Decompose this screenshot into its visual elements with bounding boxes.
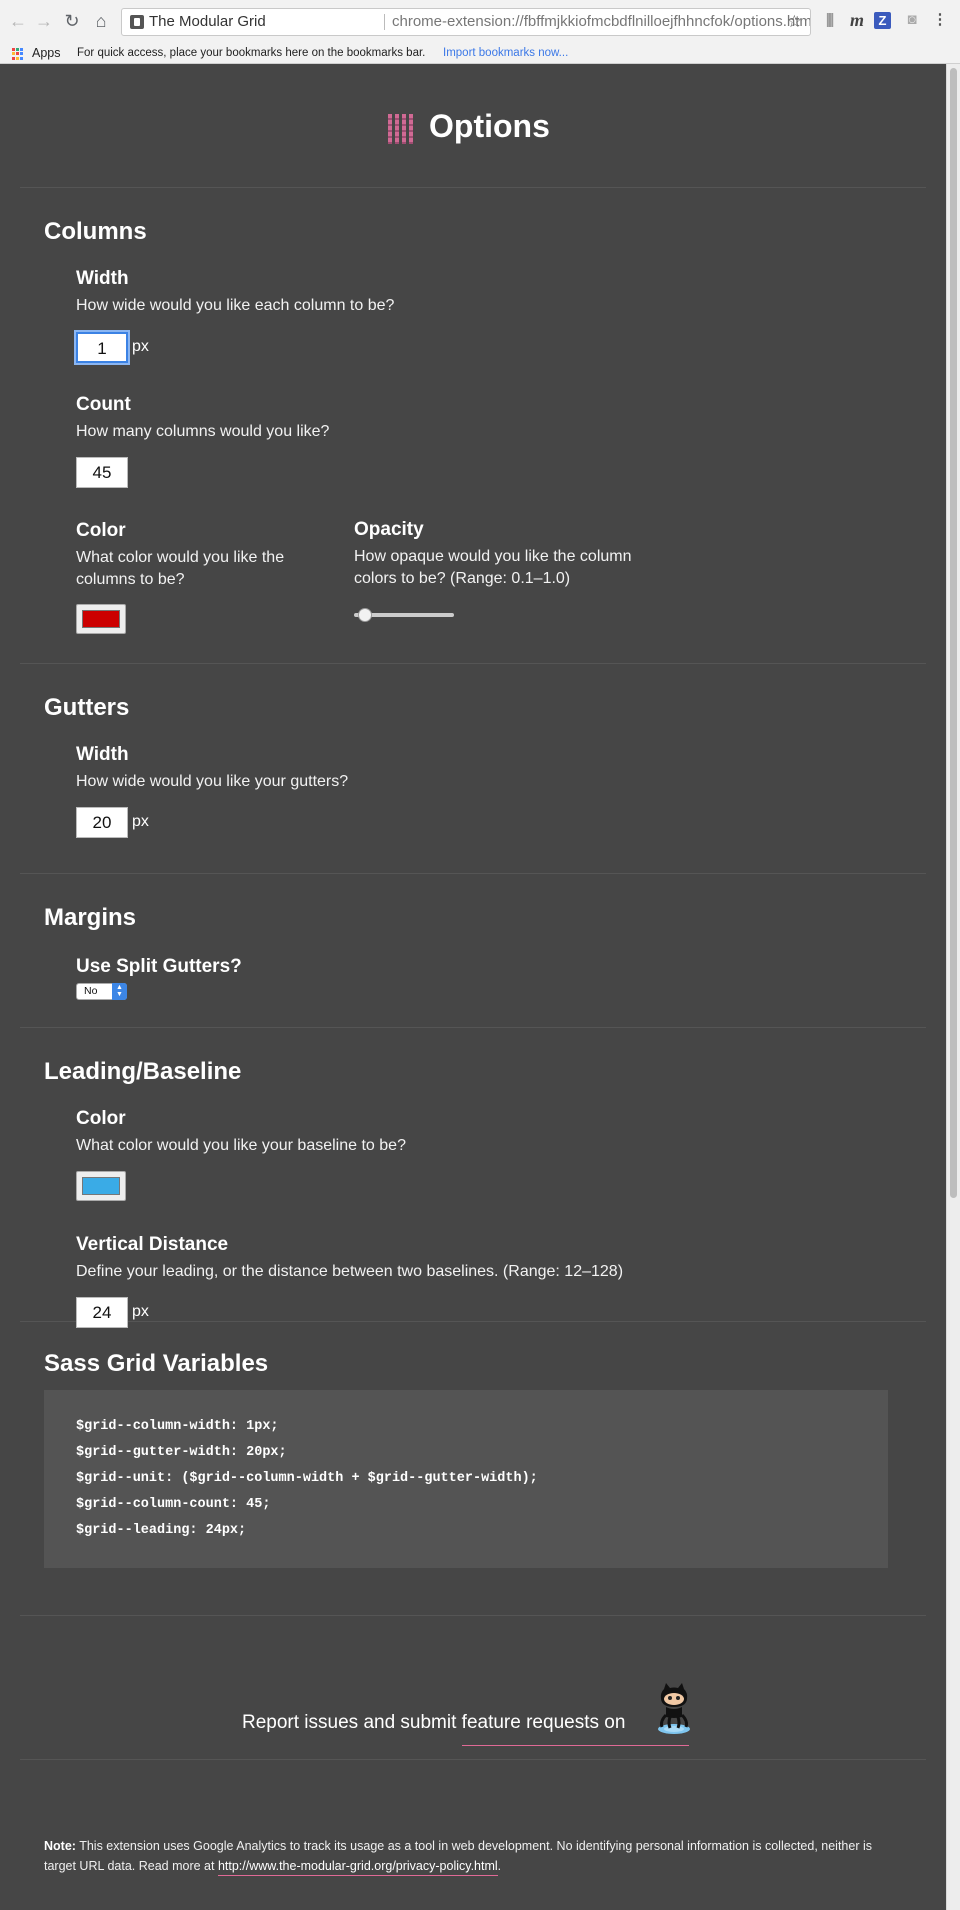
margins-section: Margins Use Split Gutters? No ▲ ▼ [20, 874, 926, 1028]
address-divider [384, 14, 385, 30]
vertical-distance-label: Vertical Distance [76, 1234, 229, 1255]
baseline-color-picker[interactable] [76, 1171, 126, 1201]
column-width-desc: How wide would you like each column to b… [76, 297, 395, 314]
baseline-color-desc: What color would you like your baseline … [76, 1137, 406, 1154]
gutters-section: Gutters Width How wide would you like yo… [20, 664, 926, 874]
modular-grid-extension-icon[interactable]: ||| [819, 10, 839, 30]
split-gutters-select[interactable]: No ▲ ▼ [76, 983, 127, 1000]
privacy-policy-link[interactable]: http://www.the-modular-grid.org/privacy-… [217, 1859, 498, 1876]
analytics-note: Note: This extension uses Google Analyti… [44, 1836, 904, 1876]
address-bar[interactable]: The Modular Grid chrome-extension://fbff… [121, 8, 811, 36]
code-line: $grid--gutter-width: 20px; [76, 1445, 287, 1460]
browser-chrome: ← → ↻ ⌂ The Modular Grid chrome-extensio… [0, 0, 960, 64]
column-color-swatch [82, 610, 120, 628]
select-arrows-icon: ▲ ▼ [112, 983, 127, 1000]
import-bookmarks-link[interactable]: Import bookmarks now... [443, 42, 568, 64]
feature-requests-label[interactable]: feature requests on [462, 1712, 626, 1733]
camera-extension-icon[interactable]: ◙ [902, 10, 922, 30]
github-octocat-icon[interactable] [652, 1681, 696, 1735]
report-issues-text: Report issues and submit feature request… [242, 1712, 689, 1746]
page-scrollbar[interactable] [946, 64, 960, 1910]
reload-icon[interactable]: ↻ [60, 9, 84, 33]
z-extension-icon[interactable]: Z [874, 12, 891, 29]
page-title: Options [429, 108, 550, 144]
url-text[interactable]: chrome-extension://fbffmjkkiofmcbdflnill… [392, 9, 810, 35]
modular-grid-logo-icon [388, 114, 416, 144]
report-prefix: Report issues and submit [242, 1712, 462, 1733]
baseline-color-label: Color [76, 1108, 126, 1129]
sass-code-block: $grid--column-width: 1px; $grid--gutter-… [44, 1390, 888, 1568]
opacity-slider-thumb[interactable] [358, 608, 373, 622]
gutters-title: Gutters [44, 694, 130, 721]
column-width-label: Width [76, 268, 129, 289]
column-count-desc: How many columns would you like? [76, 423, 330, 440]
vertical-distance-desc: Define your leading, or the distance bet… [76, 1263, 624, 1280]
gutter-width-desc: How wide would you like your gutters? [76, 773, 349, 790]
sass-section: Sass Grid Variables $grid--column-width:… [20, 1322, 926, 1616]
column-width-unit: px [132, 338, 149, 355]
leading-section: Leading/Baseline Color What color would … [20, 1028, 926, 1328]
site-name: The Modular Grid [149, 13, 266, 30]
code-line: $grid--column-count: 45; [76, 1497, 271, 1512]
baseline-color-swatch [82, 1177, 120, 1195]
code-line: $grid--leading: 24px; [76, 1523, 247, 1538]
page-header: Options [20, 64, 926, 188]
sass-title: Sass Grid Variables [44, 1350, 269, 1377]
bookmarks-bar: Apps For quick access, place your bookma… [0, 42, 960, 64]
code-line: $grid--column-width: 1px; [76, 1419, 279, 1434]
vertical-distance-unit: px [132, 1303, 149, 1320]
note-end: . [497, 1859, 502, 1873]
column-count-label: Count [76, 394, 131, 415]
browser-toolbar: ← → ↻ ⌂ The Modular Grid chrome-extensio… [0, 0, 960, 42]
m-extension-icon[interactable]: m [847, 10, 867, 30]
bookmark-star-icon[interactable]: ☆ [787, 9, 802, 35]
code-line: $grid--unit: ($grid--column-width + $gri… [76, 1471, 538, 1486]
column-color-picker[interactable] [76, 604, 126, 634]
gutter-width-label: Width [76, 744, 129, 765]
column-width-input[interactable]: 1 [76, 332, 128, 363]
home-icon[interactable]: ⌂ [89, 9, 113, 33]
column-color-label: Color [76, 520, 126, 541]
options-page: Options Columns Width How wide would you… [0, 64, 946, 1910]
column-opacity-label: Opacity [354, 519, 424, 540]
back-icon[interactable]: ← [6, 9, 30, 33]
extension-page-icon [130, 15, 144, 29]
forward-icon[interactable]: → [32, 9, 56, 33]
columns-title: Columns [44, 218, 147, 245]
split-gutters-label: Use Split Gutters? [76, 956, 242, 977]
gutter-width-unit: px [132, 813, 149, 830]
scroll-thumb[interactable] [950, 68, 957, 1198]
leading-title: Leading/Baseline [44, 1058, 242, 1085]
split-gutters-value: No [84, 985, 98, 997]
column-count-input[interactable]: 45 [76, 457, 128, 488]
note-label: Note: [44, 1839, 76, 1853]
column-color-desc: What color would you like the columns to… [76, 549, 285, 588]
gutter-width-input[interactable]: 20 [76, 807, 128, 838]
browser-menu-icon[interactable]: ⋮ [930, 10, 950, 30]
column-opacity-desc: How opaque would you like the column col… [354, 548, 632, 587]
margins-title: Margins [44, 904, 137, 931]
apps-icon[interactable] [12, 48, 24, 60]
bookmarks-hint: For quick access, place your bookmarks h… [77, 47, 426, 59]
apps-link[interactable]: Apps [32, 42, 61, 64]
columns-section: Columns Width How wide would you like ea… [20, 188, 926, 664]
